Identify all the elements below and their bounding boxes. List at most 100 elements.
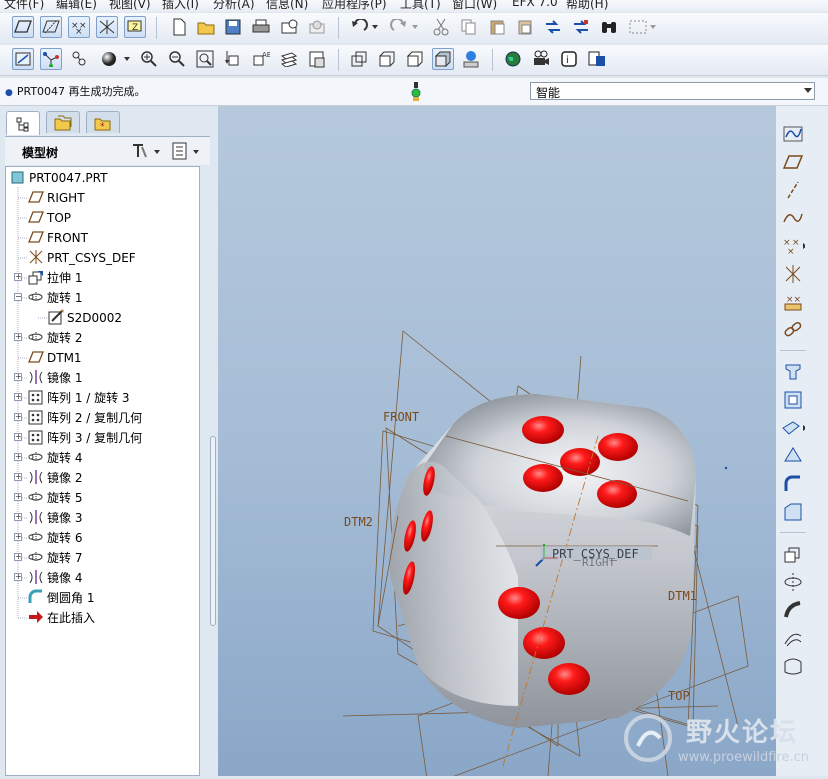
tree-item[interactable]: − 旋转 1 (14, 289, 82, 307)
paste-special-button[interactable] (514, 16, 536, 38)
tree-item[interactable]: + 旋转 5 (14, 489, 82, 507)
shading-button[interactable] (432, 48, 454, 70)
hidden-line-button[interactable] (376, 48, 398, 70)
selection-filter-dropdown[interactable]: 智能 (530, 82, 815, 100)
datum-point-display-button[interactable]: × × × (68, 16, 90, 38)
menu-tools[interactable]: 工具(T) (400, 0, 441, 12)
reorient-button[interactable] (222, 48, 244, 70)
print-button[interactable] (250, 16, 272, 38)
tree-item[interactable]: FRONT (28, 229, 88, 247)
info-button[interactable]: i (558, 48, 580, 70)
tree-item[interactable]: + 镜像 1 (14, 369, 82, 387)
cut-button[interactable] (430, 16, 452, 38)
spin-center-button[interactable] (40, 48, 62, 70)
sweep-tool-button[interactable] (781, 598, 805, 622)
menu-insert[interactable]: 插入(I) (162, 0, 199, 12)
chain-tool-button[interactable] (781, 318, 805, 342)
refit-button[interactable] (194, 48, 216, 70)
tree-item[interactable]: + 阵列 1 / 旋转 3 (14, 389, 130, 407)
regen-manager-button[interactable] (570, 16, 592, 38)
tree-scrollbar[interactable] (196, 166, 206, 776)
menu-view[interactable]: 视图(V) (109, 0, 151, 12)
send-link-button[interactable] (306, 16, 328, 38)
tree-show-button[interactable] (171, 141, 205, 161)
datum-plane-tool-button[interactable] (781, 150, 805, 174)
zoom-in-button[interactable] (138, 48, 160, 70)
boundary-blend-button[interactable] (781, 654, 805, 678)
menu-analysis[interactable]: 分析(A) (213, 0, 255, 12)
menu-help[interactable]: 帮助(H) (566, 0, 608, 12)
extrude-tool-button[interactable] (781, 542, 805, 566)
tree-item[interactable]: RIGHT (28, 189, 85, 207)
expand-icon[interactable]: + (14, 333, 22, 341)
revolve-tool-button[interactable] (781, 570, 805, 594)
rib-tool-button[interactable] (781, 416, 805, 440)
expand-icon[interactable]: + (14, 373, 22, 381)
expand-icon[interactable]: + (14, 513, 22, 521)
regenerate-button[interactable] (542, 16, 564, 38)
chamfer-tool-button[interactable] (781, 500, 805, 524)
expand-icon[interactable]: + (14, 393, 22, 401)
redo-button[interactable] (388, 16, 420, 38)
expand-icon[interactable]: + (14, 493, 22, 501)
graphics-window[interactable]: FRONT DTM2 PRT_CSYS_DEF RIGHT DTM1 TOP (218, 106, 776, 776)
label-dtm1[interactable]: DTM1 (668, 589, 697, 603)
send-mail-button[interactable] (278, 16, 300, 38)
csys-display-button[interactable] (96, 16, 118, 38)
shell-tool-button[interactable] (781, 388, 805, 412)
datum-axis-tool-button[interactable] (781, 178, 805, 202)
tree-item[interactable]: + 阵列 3 / 复制几何 (14, 429, 142, 447)
paste-button[interactable] (486, 16, 508, 38)
tree-item[interactable]: 倒圆角 1 (28, 589, 94, 607)
tree-item[interactable]: TOP (28, 209, 71, 227)
expand-icon[interactable]: + (14, 273, 22, 281)
hole-tool-button[interactable] (781, 360, 805, 384)
round-tool-button[interactable] (781, 472, 805, 496)
menu-file[interactable]: 文件(F) (4, 0, 44, 12)
model-tree[interactable]: PRT0047.PRT RIGHT TOP FRONT PRT_CSYS_DEF + 拉伸 … (5, 166, 200, 776)
saved-views-button[interactable]: AB (250, 48, 272, 70)
copy-button[interactable] (458, 16, 480, 38)
menu-efx[interactable]: EFX 7.0 (512, 0, 558, 9)
draft-tool-button[interactable] (781, 444, 805, 468)
analysis-feature-button[interactable]: ×× (781, 290, 805, 314)
model-tree-setup-button[interactable] (460, 48, 482, 70)
context-help-button[interactable] (586, 48, 608, 70)
tab-favorites[interactable]: * (86, 111, 120, 133)
menu-window[interactable]: 窗口(W) (452, 0, 497, 12)
undo-button[interactable] (348, 16, 380, 38)
tab-folder-browser[interactable] (46, 111, 80, 133)
blend-tool-button[interactable] (781, 626, 805, 650)
expand-icon[interactable]: + (14, 433, 22, 441)
save-button[interactable] (222, 16, 244, 38)
label-top[interactable]: TOP (668, 689, 690, 703)
tree-item[interactable]: 在此插入 (28, 609, 95, 627)
tree-item[interactable]: PRT_CSYS_DEF (28, 249, 136, 267)
tree-item[interactable]: S2D0002 (48, 309, 122, 327)
splitter-handle[interactable] (210, 436, 216, 626)
expand-icon[interactable]: + (14, 573, 22, 581)
expand-icon[interactable]: + (14, 453, 22, 461)
no-hidden-button[interactable] (404, 48, 426, 70)
menu-applications[interactable]: 应用程序(P) (322, 0, 387, 12)
model-player-button[interactable] (502, 48, 524, 70)
display-style-button[interactable] (98, 48, 132, 70)
dice-model[interactable]: FRONT DTM2 PRT_CSYS_DEF RIGHT DTM1 TOP (218, 106, 776, 776)
sketch-datum-curve-button[interactable] (781, 122, 805, 146)
wireframe-button[interactable] (348, 48, 370, 70)
datum-curve-tool-button[interactable] (781, 206, 805, 230)
tree-item[interactable]: + 镜像 4 (14, 569, 82, 587)
tree-item[interactable]: + 旋转 4 (14, 449, 82, 467)
tree-item[interactable]: + 旋转 2 (14, 329, 82, 347)
datum-point-tool-button[interactable]: × × × (781, 234, 805, 258)
expand-icon[interactable]: + (14, 473, 22, 481)
tree-item[interactable]: + 旋转 6 (14, 529, 82, 547)
animation-button[interactable] (530, 48, 552, 70)
label-right[interactable]: RIGHT (582, 556, 615, 569)
menu-edit[interactable]: 编辑(E) (56, 0, 97, 12)
tree-settings-button[interactable] (130, 141, 164, 161)
panel-splitter[interactable] (210, 106, 218, 776)
label-front[interactable]: FRONT (383, 410, 419, 424)
expand-icon[interactable]: + (14, 413, 22, 421)
tree-item[interactable]: + 阵列 2 / 复制几何 (14, 409, 142, 427)
